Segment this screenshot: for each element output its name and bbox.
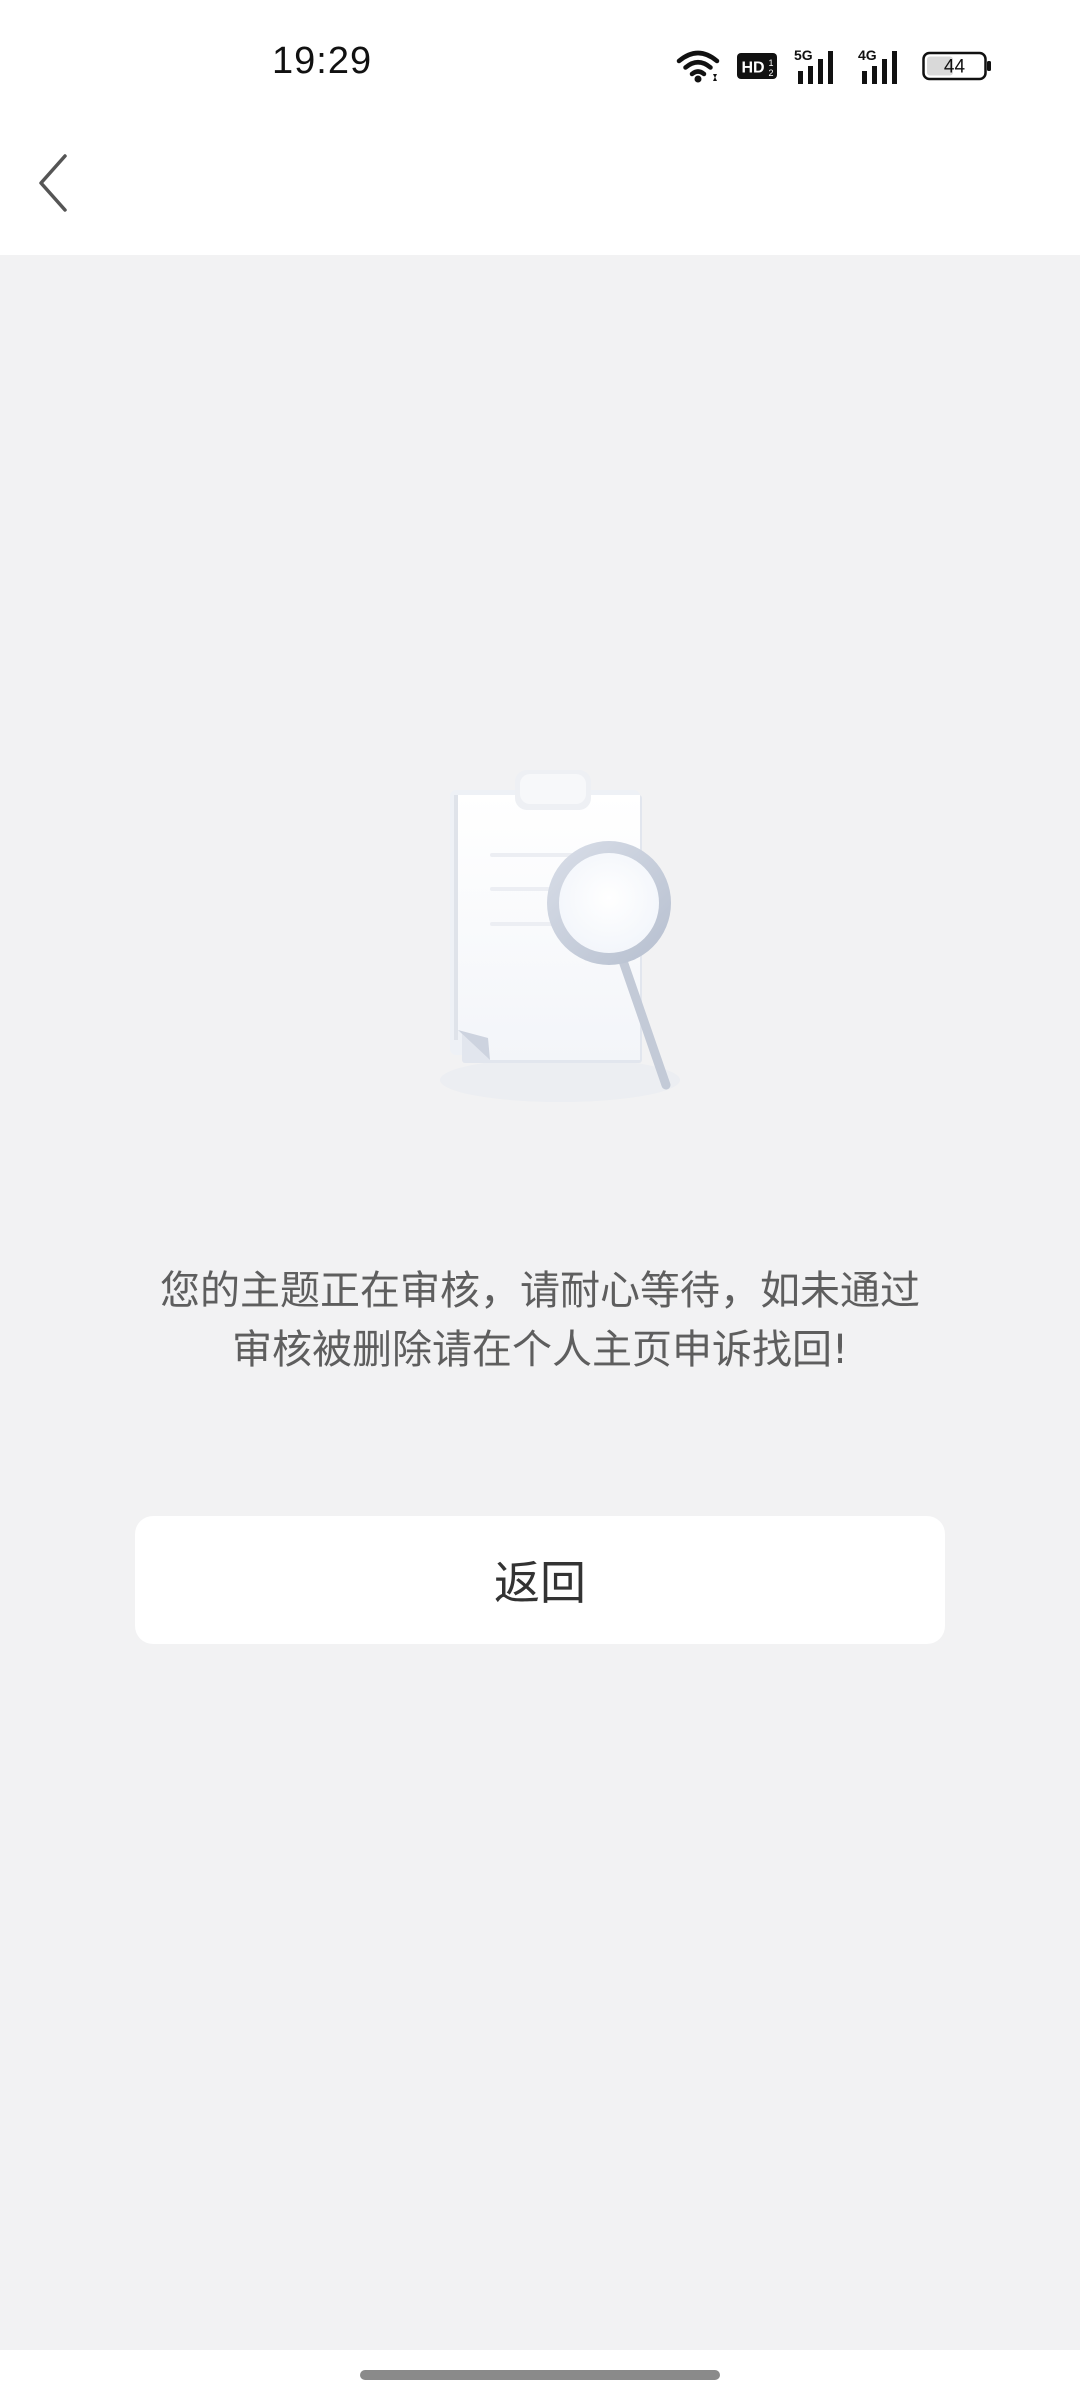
chevron-left-icon <box>35 151 75 219</box>
signal-5g-label: 5G <box>794 47 813 63</box>
svg-text:1: 1 <box>768 58 773 68</box>
document-search-icon <box>400 740 700 1140</box>
nav-bar <box>0 120 1080 255</box>
battery-level: 44 <box>944 57 966 78</box>
hd-icon: HD 1 2 <box>736 52 778 80</box>
status-time: 19:29 <box>272 40 373 82</box>
hd-label: HD <box>741 60 764 77</box>
signal-4g-icon: 4G <box>858 47 906 85</box>
signal-5g-icon: 5G <box>794 47 842 85</box>
battery-icon: 44 <box>922 51 992 81</box>
status-icons: HD 1 2 5G 4G 44 <box>676 44 992 88</box>
review-message: 您的主题正在审核，请耐心等待，如未通过审核被删除请在个人主页申诉找回! <box>160 1268 920 1373</box>
wifi-icon <box>676 48 720 84</box>
status-bar: 19:29 HD 1 2 5G 4G 44 <box>0 0 1080 120</box>
gesture-bar-area <box>0 2350 1080 2400</box>
signal-4g-label: 4G <box>858 47 877 63</box>
svg-text:2: 2 <box>768 68 773 78</box>
return-button[interactable]: 返回 <box>135 1516 945 1644</box>
back-button[interactable] <box>10 140 100 230</box>
home-indicator[interactable] <box>360 2370 720 2380</box>
